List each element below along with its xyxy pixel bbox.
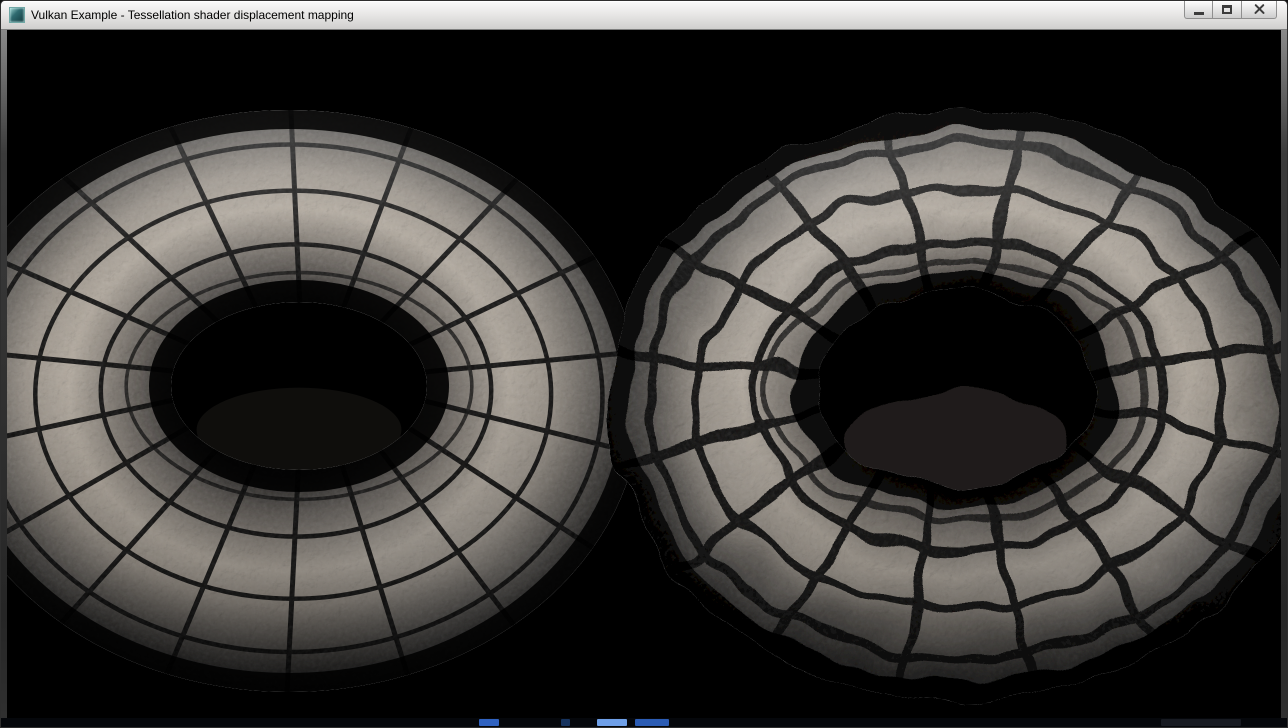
stone-torus-left xyxy=(1,110,641,692)
3d-scene xyxy=(1,30,1287,718)
minimize-button[interactable] xyxy=(1184,1,1213,19)
taskbar-item[interactable] xyxy=(635,719,669,726)
taskbar-item[interactable] xyxy=(597,719,627,726)
close-button[interactable] xyxy=(1242,1,1277,19)
app-icon xyxy=(9,7,25,23)
taskbar-item[interactable] xyxy=(479,719,499,726)
minimize-icon xyxy=(1194,12,1204,15)
taskbar-sliver[interactable] xyxy=(1,718,1287,727)
titlebar[interactable]: Vulkan Example - Tessellation shader dis… xyxy=(1,1,1287,30)
taskbar-item[interactable] xyxy=(1161,719,1241,726)
window-border-right xyxy=(1281,30,1287,718)
close-icon xyxy=(1254,4,1265,15)
app-window: Vulkan Example - Tessellation shader dis… xyxy=(0,0,1288,728)
taskbar-item[interactable] xyxy=(561,719,570,726)
maximize-icon xyxy=(1222,5,1232,14)
window-title: Vulkan Example - Tessellation shader dis… xyxy=(31,8,354,22)
window-controls xyxy=(1184,1,1277,19)
maximize-button[interactable] xyxy=(1213,1,1242,19)
render-viewport[interactable] xyxy=(1,30,1287,718)
stone-torus-right xyxy=(609,110,1287,698)
window-border-left xyxy=(1,30,7,718)
